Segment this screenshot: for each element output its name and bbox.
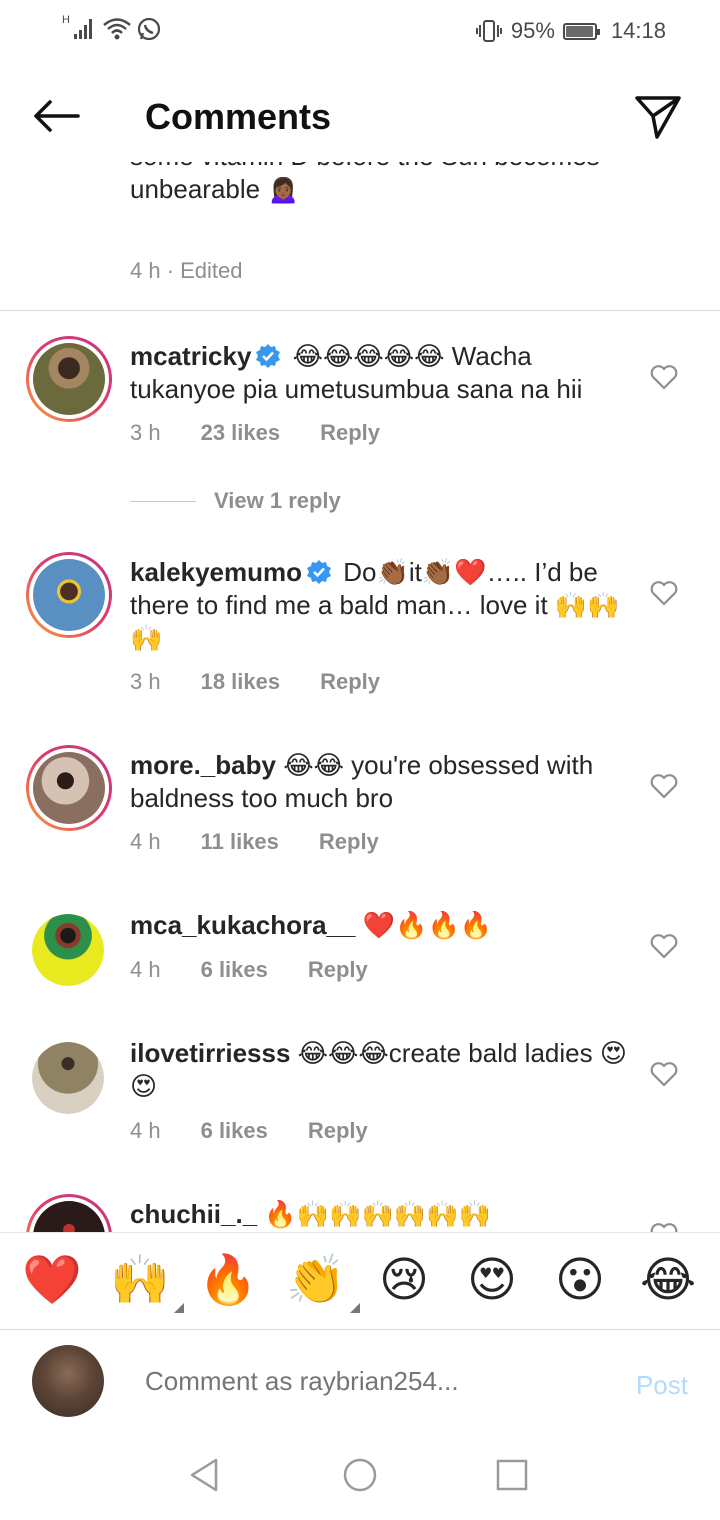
back-button[interactable]: [30, 96, 82, 136]
emoji-raised-hands-glyph: 🙌: [110, 1254, 170, 1307]
status-right: 95% 14:18: [475, 18, 666, 44]
comment-likes[interactable]: 11 likes: [201, 829, 279, 855]
clock: 14:18: [610, 18, 666, 43]
reply-button[interactable]: Reply: [320, 669, 380, 695]
comment-likes[interactable]: 6 likes: [201, 1118, 268, 1144]
comment-meta: 4 h 6 likes Reply: [130, 1118, 368, 1144]
heart-icon[interactable]: [650, 580, 678, 606]
avatar[interactable]: [26, 745, 112, 831]
heart-icon[interactable]: [650, 773, 678, 799]
comment-likes[interactable]: 6 likes: [201, 957, 268, 983]
avatar[interactable]: [26, 1194, 112, 1232]
post-button[interactable]: Post: [636, 1370, 688, 1401]
avatar[interactable]: [32, 914, 104, 986]
comment-meta: 4 h 6 likes Reply: [130, 957, 368, 983]
heart-icon[interactable]: [650, 364, 678, 390]
verified-badge-icon: [256, 344, 281, 368]
comment-likes[interactable]: 23 likes: [201, 420, 281, 446]
caption-divider: [0, 310, 720, 311]
heart-icon[interactable]: [650, 933, 678, 959]
comment-composer: Post: [0, 1330, 720, 1440]
comment-time: 4 h: [130, 1118, 161, 1143]
heart-icon[interactable]: [650, 1222, 678, 1232]
comment-time: 3 h: [130, 420, 161, 445]
battery-icon: [562, 22, 600, 40]
comments-list[interactable]: some vitamin D before the Sun becomes un…: [0, 162, 720, 1232]
reply-button[interactable]: Reply: [320, 420, 380, 446]
current-user-avatar: [32, 1345, 104, 1417]
header: Comments: [0, 62, 720, 162]
post-caption: some vitamin D before the Sun becomes un…: [130, 162, 600, 204]
emoji-surprised-button[interactable]: 😮: [550, 1251, 610, 1311]
reply-button[interactable]: Reply: [308, 957, 368, 983]
nav-back-icon[interactable]: [186, 1456, 224, 1494]
emoji-quick-bar: ❤️ 🙌 🔥 👏 😢 😍 😮 😂: [0, 1232, 720, 1330]
avatar[interactable]: [26, 336, 112, 422]
signal-icon: [73, 19, 92, 39]
paper-plane-icon: [635, 96, 681, 139]
emoji-heart-button[interactable]: ❤️: [22, 1251, 82, 1311]
comment-meta: 3 h 18 likes Reply: [130, 669, 380, 695]
emoji-clapping-button[interactable]: 👏: [286, 1251, 360, 1313]
reply-button[interactable]: Reply: [308, 1118, 368, 1144]
comment-time: 3 h: [130, 669, 161, 694]
wifi-icon: [103, 18, 131, 40]
nav-home-icon[interactable]: [341, 1456, 379, 1494]
comment-username[interactable]: chuchii_._: [130, 1199, 257, 1229]
status-bar: H 95% 14:18: [0, 0, 720, 62]
view-replies-button[interactable]: View 1 reply: [130, 488, 341, 514]
comment-meta: 3 h 23 likes Reply: [130, 420, 380, 446]
comment-username[interactable]: mca_kukachora__: [130, 910, 355, 940]
caption-meta: 4 h · Edited: [130, 258, 243, 283]
comment-meta: 4 h 11 likes Reply: [130, 829, 379, 855]
share-button[interactable]: [634, 94, 682, 140]
navigation-bar: [0, 1440, 720, 1520]
avatar[interactable]: [32, 1042, 104, 1114]
page-title: Comments: [145, 96, 332, 137]
status-left: H: [62, 14, 162, 42]
emoji-fire-button[interactable]: 🔥: [198, 1251, 258, 1311]
skin-tone-indicator-icon: [174, 1303, 184, 1313]
reply-button[interactable]: Reply: [319, 829, 379, 855]
emoji-crying-button[interactable]: 😢: [374, 1251, 434, 1311]
nav-recents-icon[interactable]: [493, 1456, 531, 1494]
comment-username[interactable]: more._baby: [130, 750, 276, 780]
vibrate-icon: [475, 20, 502, 42]
comment-username[interactable]: kalekyemumo: [130, 557, 302, 587]
emoji-clapping-glyph: 👏: [286, 1254, 346, 1307]
emoji-heart-eyes-button[interactable]: 😍: [462, 1251, 522, 1311]
emoji-laughing-button[interactable]: 😂: [638, 1251, 698, 1311]
avatar[interactable]: [26, 552, 112, 638]
skin-tone-indicator-icon: [350, 1303, 360, 1313]
comment-username[interactable]: ilovetirriesss: [130, 1038, 290, 1068]
verified-badge-icon: [306, 560, 331, 584]
battery-percent: 95%: [510, 18, 555, 43]
comment-text: 🔥🙌🙌🙌🙌🙌🙌: [264, 1199, 492, 1229]
emoji-raised-hands-button[interactable]: 🙌: [110, 1251, 184, 1313]
whatsapp-icon: [137, 17, 161, 41]
arrow-left-icon: [34, 100, 80, 132]
network-type-label: H: [62, 14, 70, 26]
comment-input[interactable]: [145, 1366, 585, 1397]
view-replies-label: View 1 reply: [214, 488, 341, 513]
comment-time: 4 h: [130, 957, 161, 982]
comment-time: 4 h: [130, 829, 161, 854]
comment-username[interactable]: mcatricky: [130, 341, 251, 371]
heart-icon[interactable]: [650, 1061, 678, 1087]
comment-likes[interactable]: 18 likes: [201, 669, 281, 695]
comment-text: ❤️🔥🔥🔥: [362, 910, 493, 940]
divider: [130, 500, 196, 502]
